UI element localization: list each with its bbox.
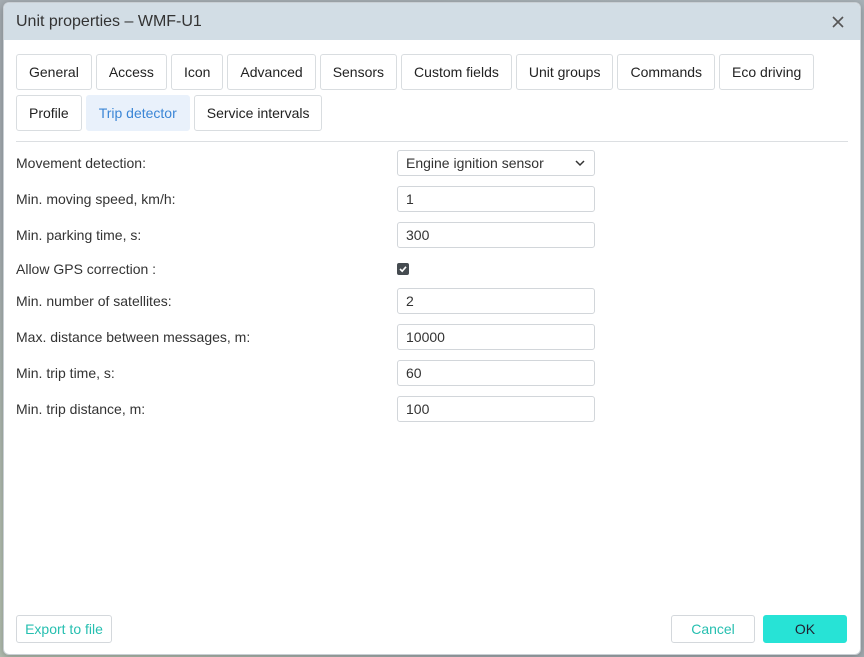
min-parking-time-label: Min. parking time, s: xyxy=(16,227,142,243)
ok-button[interactable]: OK xyxy=(763,615,847,643)
tab-icon[interactable]: Icon xyxy=(170,54,224,90)
min-trip-time-label: Min. trip time, s: xyxy=(16,365,115,381)
tab-bar: General Access Icon Advanced Sensors Cus… xyxy=(16,54,848,131)
min-satellites-label: Min. number of satellites: xyxy=(16,293,172,309)
min-trip-distance-input[interactable]: 100 xyxy=(397,396,595,422)
min-satellites-input[interactable]: 2 xyxy=(397,288,595,314)
min-parking-time-input[interactable]: 300 xyxy=(397,222,595,248)
tab-unit-groups[interactable]: Unit groups xyxy=(515,54,614,90)
max-distance-input[interactable]: 10000 xyxy=(397,324,595,350)
movement-detection-select[interactable]: Engine ignition sensor xyxy=(397,150,595,176)
min-trip-distance-label: Min. trip distance, m: xyxy=(16,401,146,417)
tab-profile[interactable]: Profile xyxy=(16,95,82,131)
tab-divider xyxy=(16,141,848,142)
export-to-file-button[interactable]: Export to file xyxy=(16,615,112,643)
min-trip-time-row: Min. trip time, s: 60 xyxy=(16,359,616,387)
min-trip-distance-row: Min. trip distance, m: 100 xyxy=(16,395,616,423)
min-parking-time-row: Min. parking time, s: 300 xyxy=(16,221,616,249)
tab-custom-fields[interactable]: Custom fields xyxy=(401,54,512,90)
movement-detection-label: Movement detection: xyxy=(16,155,146,171)
chevron-down-icon xyxy=(574,157,586,169)
tab-access[interactable]: Access xyxy=(95,54,167,90)
min-moving-speed-row: Min. moving speed, km/h: 1 xyxy=(16,185,616,213)
allow-gps-correction-label: Allow GPS correction : xyxy=(16,261,157,277)
tab-sensors[interactable]: Sensors xyxy=(319,54,398,90)
movement-detection-row: Movement detection: Engine ignition sens… xyxy=(16,149,616,177)
close-icon[interactable] xyxy=(828,12,848,32)
check-icon xyxy=(399,266,407,273)
max-distance-label: Max. distance between messages, m: xyxy=(16,329,251,345)
max-distance-row: Max. distance between messages, m: 10000 xyxy=(16,323,616,351)
movement-detection-value: Engine ignition sensor xyxy=(406,155,544,171)
tab-advanced[interactable]: Advanced xyxy=(227,54,316,90)
tab-eco-driving[interactable]: Eco driving xyxy=(719,54,815,90)
tab-general[interactable]: General xyxy=(16,54,92,90)
dialog-titlebar: Unit properties – WMF-U1 xyxy=(4,3,860,40)
allow-gps-correction-checkbox[interactable] xyxy=(397,263,409,275)
unit-properties-dialog: Unit properties – WMF-U1 General Access … xyxy=(3,2,861,655)
min-trip-time-input[interactable]: 60 xyxy=(397,360,595,386)
tab-service-intervals[interactable]: Service intervals xyxy=(193,95,323,131)
min-moving-speed-label: Min. moving speed, km/h: xyxy=(16,191,176,207)
min-satellites-row: Min. number of satellites: 2 xyxy=(16,287,616,315)
tab-trip-detector[interactable]: Trip detector xyxy=(85,95,190,131)
tab-commands[interactable]: Commands xyxy=(617,54,716,90)
min-moving-speed-input[interactable]: 1 xyxy=(397,186,595,212)
dialog-title: Unit properties – WMF-U1 xyxy=(16,12,202,30)
cancel-button[interactable]: Cancel xyxy=(671,615,755,643)
allow-gps-correction-row: Allow GPS correction : xyxy=(16,255,616,283)
